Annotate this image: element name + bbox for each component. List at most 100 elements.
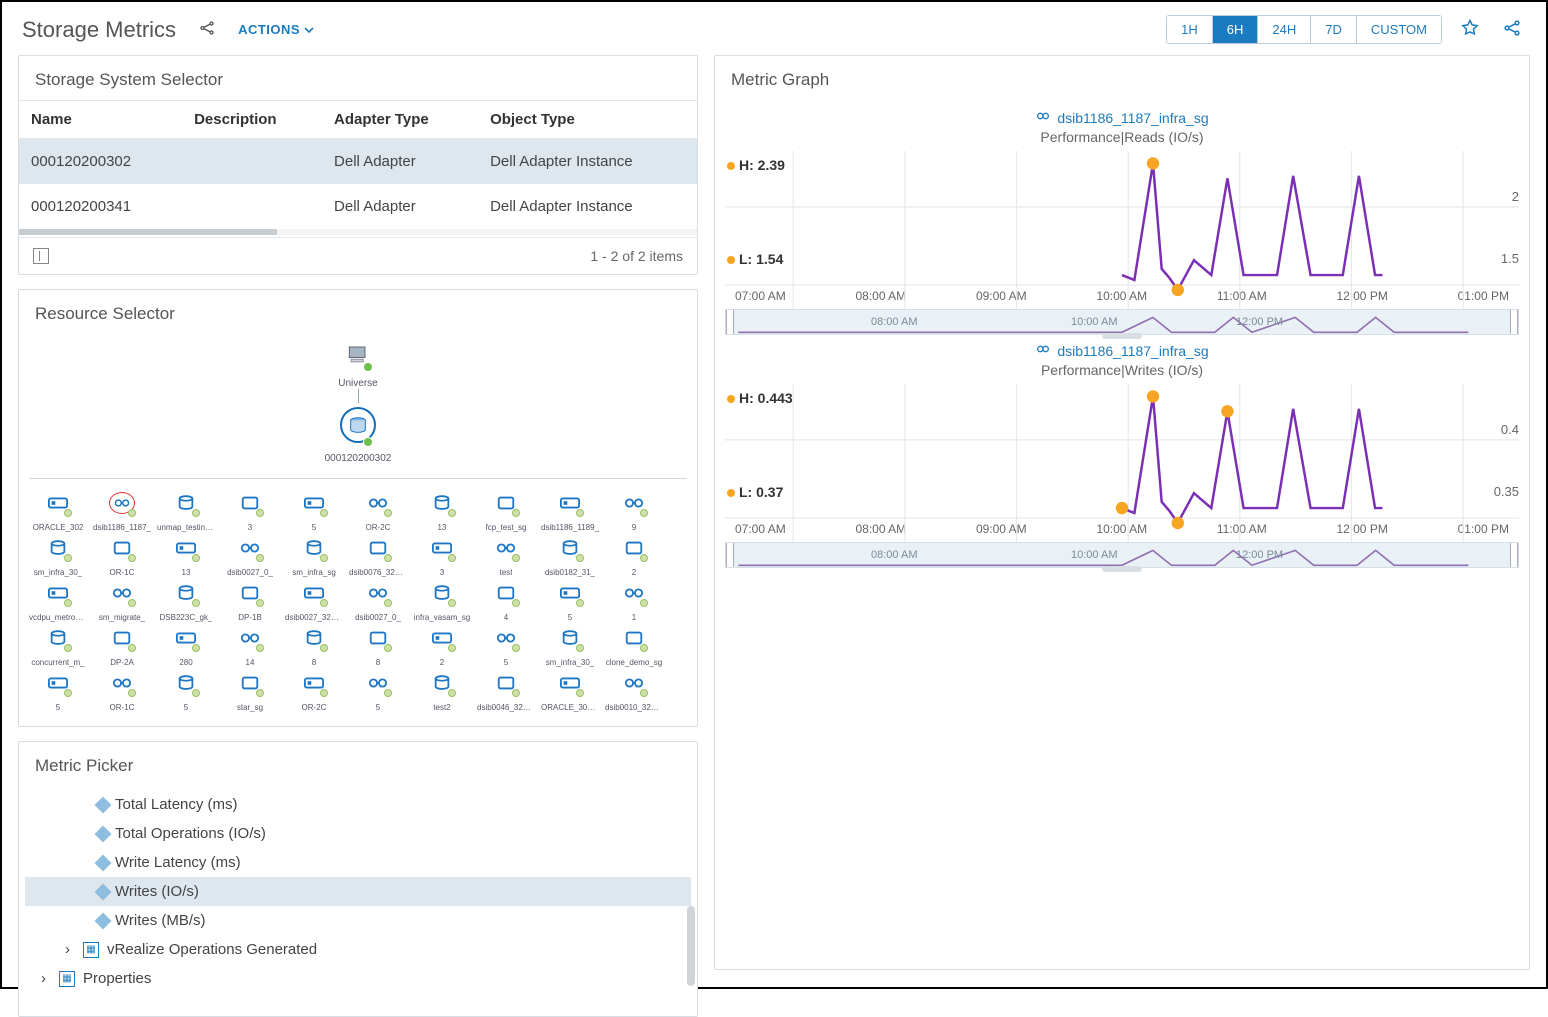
chart-range-slider[interactable]: 08:00 AM10:00 AM12:00 PM [725,542,1519,568]
topology-item[interactable]: dsib1186_1187_ [93,493,151,532]
topology-item[interactable]: OR-1C [93,673,151,712]
topology-item[interactable]: ORACLE_302 [29,493,87,532]
topology-item[interactable]: 5 [285,493,343,532]
topology-item[interactable]: dsib0027_0_ [349,583,407,622]
topology-item[interactable]: sm_infra_sg [285,538,343,577]
topology-item[interactable]: 2 [605,538,663,577]
col-name[interactable]: Name [19,101,182,139]
topology-item[interactable]: dsib0182_31_ [541,538,599,577]
resize-handle-icon[interactable] [1102,566,1142,572]
topology-item[interactable]: dsib1186_1189_ [541,493,599,532]
topology-item[interactable]: 5 [541,583,599,622]
topology-item[interactable]: sm_migrate_ [93,583,151,622]
chart-title-link[interactable]: dsib1186_1187_infra_sg [1035,108,1208,127]
storage-system-selector-title: Storage System Selector [19,56,697,100]
chart-range-slider[interactable]: 08:00 AM10:00 AM12:00 PM [725,309,1519,335]
topology-main[interactable]: 000120200302 [325,403,392,464]
topology-item[interactable]: 8 [285,628,343,667]
horizontal-scrollbar[interactable] [19,229,697,235]
topology-item[interactable]: 3 [221,493,279,532]
topology-item[interactable]: DP-1B [221,583,279,622]
topology-item[interactable]: 280 [157,628,215,667]
metric-graph-panel: Metric Graph dsib1186_1187_infra_sgPerfo… [714,55,1530,970]
resource-selector-title: Resource Selector [19,290,697,334]
col-description[interactable]: Description [182,101,322,139]
chart-title-link[interactable]: dsib1186_1187_infra_sg [1035,341,1208,360]
actions-dropdown[interactable]: ACTIONS [238,22,314,37]
time-range-24h[interactable]: 24H [1258,16,1311,43]
time-range-7d[interactable]: 7D [1311,16,1357,43]
chevron-right-icon: › [41,970,51,987]
chevron-right-icon: › [65,941,75,958]
topology-item[interactable]: 8 [349,628,407,667]
metric-picker-title: Metric Picker [19,742,697,786]
topology-item[interactable]: dsib0027_32_ps_sg [285,583,343,622]
chart-plot[interactable]: H: 0.443L: 0.370.40.35 [725,384,1519,518]
page-title: Storage Metrics [22,17,176,43]
topology-item[interactable]: clone_demo_sg [605,628,663,667]
metric-icon [95,912,112,929]
share-network-icon[interactable] [1498,14,1526,45]
time-range-custom[interactable]: CUSTOM [1357,16,1441,43]
topology-item[interactable]: test [477,538,535,577]
table-row[interactable]: 000120200341 Dell Adapter Dell Adapter I… [19,184,697,229]
topology-item[interactable]: DP-2A [93,628,151,667]
topology-item[interactable]: OR-2C [285,673,343,712]
topology-item[interactable]: OR-2C [349,493,407,532]
topology-item[interactable]: 5 [349,673,407,712]
topology-item[interactable]: 13 [157,538,215,577]
topology-item[interactable]: 5 [157,673,215,712]
chart-plot[interactable]: H: 2.39L: 1.5421.5 [725,151,1519,285]
metric-item[interactable]: Writes (MB/s) [25,906,691,935]
vertical-scrollbar[interactable] [687,906,695,986]
resize-handle-icon[interactable] [1102,333,1142,339]
column-picker-icon[interactable] [33,248,49,264]
topology-item[interactable]: sm_infra_30_ [541,628,599,667]
topology-item[interactable]: 2 [413,628,471,667]
topology-item[interactable]: OR-1C [93,538,151,577]
topology-item[interactable]: 9 [605,493,663,532]
metric-icon [95,854,112,871]
topology-item[interactable]: concurrent_m_ [29,628,87,667]
metric-icon [95,825,112,842]
topology-item[interactable]: 5 [29,673,87,712]
topology-item[interactable]: dsib0027_0_ [221,538,279,577]
time-range-1h[interactable]: 1H [1167,16,1213,43]
topology-item[interactable]: dsib0010_32_ps_sg [605,673,663,712]
pagination-label: 1 - 2 of 2 items [590,248,683,264]
metric-group-vrealize[interactable]: › ▦ vRealize Operations Generated [25,935,691,964]
topology-item[interactable]: 4 [477,583,535,622]
table-row[interactable]: 000120200302 Dell Adapter Dell Adapter I… [19,139,697,185]
col-adapter-type[interactable]: Adapter Type [322,101,478,139]
col-object-type[interactable]: Object Type [478,101,697,139]
topology-item[interactable]: fcp_test_sg [477,493,535,532]
metric-icon [95,796,112,813]
topology-item[interactable]: infra_vasam_sg [413,583,471,622]
topology-item[interactable]: DSB223C_gk_ [157,583,215,622]
topology-item[interactable]: 14 [221,628,279,667]
metric-icon [95,883,112,900]
favorite-icon[interactable] [1456,14,1484,45]
metric-item[interactable]: Total Operations (IO/s) [25,819,691,848]
topology-item[interactable]: test2 [413,673,471,712]
topology-item[interactable]: sm_infra_30_ [29,538,87,577]
topology-item[interactable]: 5 [477,628,535,667]
topology-item[interactable]: 1 [605,583,663,622]
share-icon[interactable] [194,15,220,44]
topology-item[interactable]: ORACLE_302_PCLI [541,673,599,712]
metric-item[interactable]: Write Latency (ms) [25,848,691,877]
topology-item[interactable]: vcdpu_metro_sg [29,583,87,622]
topology-children: ORACLE_302dsib1186_1187_unmap_testing_sg… [29,478,687,712]
topology-item[interactable]: dsib0076_32_ps_sg [349,538,407,577]
topology-root[interactable]: Universe [338,340,377,389]
topology-item[interactable]: dsib0046_32_ps_sg [477,673,535,712]
time-range-6h[interactable]: 6H [1213,16,1259,43]
metric-item[interactable]: Total Latency (ms) [25,790,691,819]
metric-item[interactable]: Writes (IO/s) [25,877,691,906]
topology-item[interactable]: 3 [413,538,471,577]
metric-group-icon: ▦ [59,971,75,987]
topology-item[interactable]: 13 [413,493,471,532]
metric-group-icon: ▦ [83,942,99,958]
topology-item[interactable]: unmap_testing_sg [157,493,215,532]
topology-item[interactable]: star_sg [221,673,279,712]
